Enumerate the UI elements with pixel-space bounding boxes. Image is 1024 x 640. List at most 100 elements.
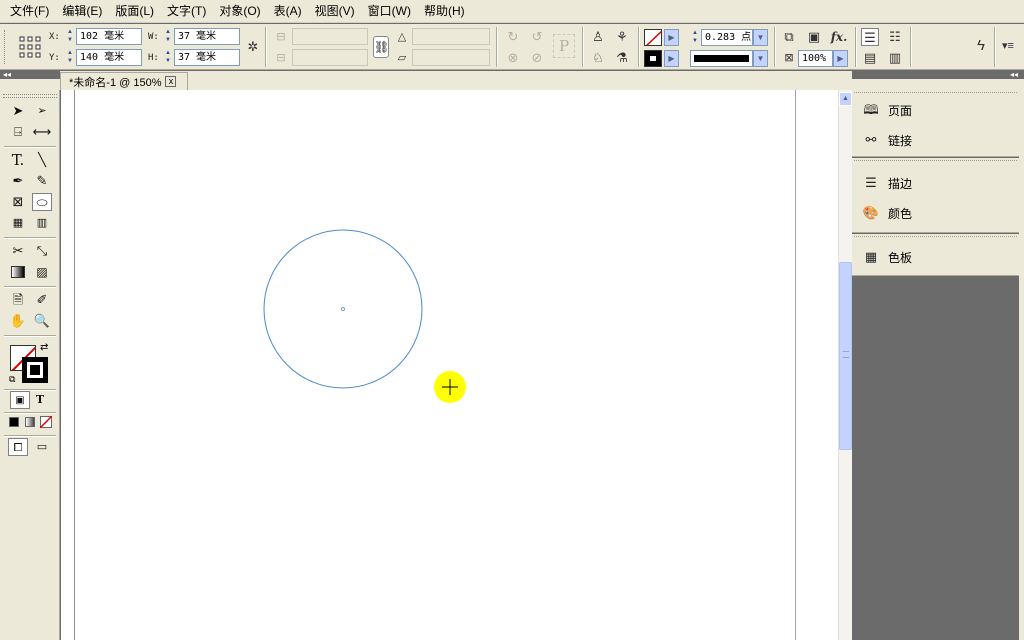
stroke-proxy[interactable]: [22, 357, 48, 383]
w-stepper[interactable]: ▲ ▼: [163, 28, 173, 44]
tools-panel-grip[interactable]: [3, 94, 57, 98]
menu-view[interactable]: 视图(V): [309, 0, 362, 22]
panel-item-pages[interactable]: 🕮 页面: [852, 97, 1019, 123]
scale-y-field[interactable]: [292, 49, 368, 66]
formatting-container-icon[interactable]: ▣: [10, 391, 30, 409]
selection-tool-icon[interactable]: ➤: [8, 102, 28, 120]
x-field[interactable]: 102 毫米: [76, 28, 142, 45]
type-tool-icon[interactable]: T.: [8, 151, 28, 169]
pen-tool-icon[interactable]: ✒: [8, 172, 28, 190]
h-field[interactable]: 37 毫米: [174, 49, 240, 66]
scale-x-field[interactable]: [292, 28, 368, 45]
menu-edit[interactable]: 编辑(E): [56, 0, 109, 22]
zoom-tool-icon[interactable]: 🔍: [32, 312, 52, 330]
gradient-tool-icon[interactable]: [8, 263, 28, 281]
panel-item-color[interactable]: 🎨 颜色: [852, 200, 1019, 226]
hand-tool-icon[interactable]: ✋: [8, 312, 28, 330]
align-justify-icon[interactable]: ▤: [861, 49, 879, 67]
menu-layout[interactable]: 版面(L): [109, 0, 161, 22]
select-container-icon[interactable]: ♙: [589, 28, 607, 46]
constrain-proportions-icon[interactable]: ✲: [244, 38, 262, 56]
y-field[interactable]: 140 毫米: [76, 49, 142, 66]
stroke-swatch[interactable]: [644, 50, 662, 67]
reference-point-icon[interactable]: [19, 36, 41, 58]
ellipse-tool-icon[interactable]: ⬭: [32, 193, 52, 211]
menu-help[interactable]: 帮助(H): [418, 0, 472, 22]
scroll-up-button[interactable]: ▲: [839, 92, 852, 106]
panel-item-links[interactable]: ⚯ 链接: [852, 127, 1019, 153]
panel-grip[interactable]: [854, 92, 1017, 95]
drop-shadow-icon[interactable]: ▣: [805, 28, 823, 46]
control-menu-icon[interactable]: ▾≡: [999, 37, 1017, 55]
line-tool-icon[interactable]: ╲: [32, 151, 52, 169]
scroll-thumb[interactable]: [839, 262, 852, 450]
fill-dropdown[interactable]: ▶: [664, 29, 679, 46]
link-scale-icon[interactable]: ⛓: [373, 36, 389, 58]
formatting-text-icon[interactable]: T: [30, 391, 50, 409]
w-field[interactable]: 37 毫米: [174, 28, 240, 45]
x-stepper[interactable]: ▲ ▼: [65, 28, 75, 44]
menu-window[interactable]: 窗口(W): [362, 0, 418, 22]
h-stepper[interactable]: ▲ ▼: [163, 49, 173, 65]
panel-grip[interactable]: [854, 160, 1017, 163]
stroke-weight-dropdown[interactable]: ▼: [753, 29, 768, 46]
gap-tool-icon[interactable]: ⟷: [32, 123, 52, 141]
opacity-dropdown[interactable]: ▶: [833, 50, 848, 67]
menu-table[interactable]: 表(A): [268, 0, 309, 22]
vertical-grid-tool-icon[interactable]: ▥: [32, 214, 52, 232]
rotate-angle-icon[interactable]: △: [393, 28, 411, 46]
tools-collapse-bar[interactable]: ◂◂: [0, 71, 60, 79]
vertical-scrollbar[interactable]: ▲: [838, 90, 852, 640]
stroke-weight-field[interactable]: 0.283 点: [701, 29, 753, 46]
close-icon[interactable]: x: [165, 76, 177, 87]
effects-icon[interactable]: fx.: [828, 28, 850, 46]
scissors-tool-icon[interactable]: ✂: [8, 242, 28, 260]
shear-angle-icon[interactable]: ▱: [393, 49, 411, 67]
swap-fill-stroke-icon[interactable]: ⇄: [40, 342, 48, 353]
rectangle-frame-tool-icon[interactable]: ⊠: [8, 193, 28, 211]
align-center-icon[interactable]: ☷: [886, 28, 904, 46]
apply-none-icon[interactable]: [36, 413, 56, 431]
free-transform-tool-icon[interactable]: ⤡: [32, 242, 52, 260]
panel-item-stroke[interactable]: ☰ 描边: [852, 170, 1019, 196]
document-tab[interactable]: *未命名-1 @ 150% x: [60, 72, 188, 90]
eyedropper-tool-icon[interactable]: ✐: [32, 291, 52, 309]
scale-y-icon[interactable]: ⊟: [272, 49, 290, 67]
menu-type[interactable]: 文字(T): [161, 0, 213, 22]
menu-file[interactable]: 文件(F): [4, 0, 56, 22]
select-next-icon[interactable]: ⚗: [613, 49, 631, 67]
frame-fitting-icon[interactable]: ⧉: [780, 28, 798, 46]
y-stepper[interactable]: ▲ ▼: [65, 49, 75, 65]
direct-selection-tool-icon[interactable]: ➢: [32, 102, 52, 120]
quick-apply-icon[interactable]: ϟ: [972, 37, 990, 55]
pencil-tool-icon[interactable]: ✎: [32, 172, 52, 190]
stroke-weight-stepper[interactable]: ▲ ▼: [690, 29, 700, 45]
panel-item-swatches[interactable]: ▦ 色板: [852, 244, 1019, 270]
scale-x-icon[interactable]: ⊟: [272, 28, 290, 46]
align-bottom-icon[interactable]: ▥: [886, 49, 904, 67]
stroke-type-dropdown[interactable]: ▼: [753, 50, 768, 67]
normal-view-icon[interactable]: ⧠: [8, 438, 28, 456]
flip-h-icon[interactable]: ⊗: [504, 49, 522, 67]
flip-v-icon[interactable]: ⊘: [528, 49, 546, 67]
shear-field[interactable]: [412, 49, 490, 66]
panel-grip[interactable]: [854, 236, 1017, 239]
rotate-cw-icon[interactable]: ↻: [504, 28, 522, 46]
stroke-type-select[interactable]: [690, 50, 753, 67]
note-tool-icon[interactable]: 🗎: [8, 291, 28, 309]
rotate-field[interactable]: [412, 28, 490, 45]
menu-object[interactable]: 对象(O): [213, 0, 267, 22]
select-previous-icon[interactable]: ♘: [589, 49, 607, 67]
stroke-dropdown[interactable]: ▶: [664, 50, 679, 67]
gradient-feather-tool-icon[interactable]: ▨: [32, 263, 52, 281]
default-fill-stroke-icon[interactable]: ⧉: [9, 374, 15, 385]
opacity-field[interactable]: 100%: [798, 50, 833, 67]
select-content-icon[interactable]: ⚘: [613, 28, 631, 46]
fill-none-swatch[interactable]: [644, 29, 662, 46]
rotate-ccw-icon[interactable]: ↺: [528, 28, 546, 46]
horizontal-grid-tool-icon[interactable]: ▦: [8, 214, 28, 232]
ellipse-frame[interactable]: [263, 229, 423, 389]
page-tool-icon[interactable]: ⍈: [8, 123, 28, 141]
preview-view-icon[interactable]: ▭: [32, 438, 52, 456]
align-top-icon[interactable]: ☰: [861, 28, 879, 46]
